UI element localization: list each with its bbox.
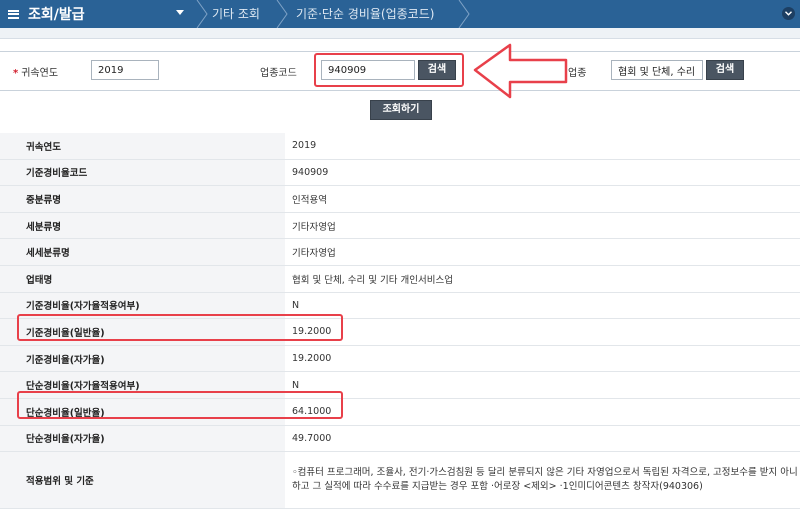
- row-label: 단순경비율(자가율): [0, 425, 285, 453]
- table-row: 세분류명 기타자영업: [0, 212, 800, 240]
- row-value: 64.1000: [285, 398, 800, 426]
- table-row: 업태명 협회 및 단체, 수리 및 기타 개인서비스업: [0, 265, 800, 293]
- row-value: 19.2000: [285, 345, 800, 373]
- row-value: 940909: [285, 159, 800, 187]
- row-value: 2019: [285, 133, 800, 160]
- row-value: 기타자영업: [285, 238, 800, 266]
- row-value: N: [285, 371, 800, 399]
- table-row: 기준경비율코드 940909: [0, 159, 800, 187]
- table-row: 단순경비율(자가율) 49.7000: [0, 425, 800, 453]
- industry-code-label: 업종코드: [260, 68, 297, 79]
- sub-header-strip: [0, 28, 800, 39]
- table-row: 기준경비율(일반율) 19.2000: [0, 318, 800, 346]
- table-row: 단순경비율(자가율적용여부) N: [0, 371, 800, 399]
- menu-toggle[interactable]: 조회/발급: [0, 0, 196, 28]
- row-label: 세세분류명: [0, 238, 285, 266]
- row-label: 중분류명: [0, 185, 285, 213]
- table-row: 세세분류명 기타자영업: [0, 238, 800, 266]
- row-label: 기준경비율(자가율적용여부): [0, 292, 285, 320]
- row-label: 단순경비율(일반율): [0, 398, 285, 426]
- row-label: 기준경비율(일반율): [0, 318, 285, 346]
- row-value: 협회 및 단체, 수리 및 기타 개인서비스업: [285, 265, 800, 293]
- row-label: 적용범위 및 기준: [0, 451, 285, 509]
- row-value: ◦컴퓨터 프로그래머, 조율사, 전기·가스검침원 등 달리 분류되지 않은 기…: [285, 451, 800, 509]
- row-value: 19.2000: [285, 318, 800, 346]
- industry-code-input[interactable]: [321, 60, 415, 80]
- table-row: 중분류명 인적용역: [0, 185, 800, 213]
- row-value: N: [285, 292, 800, 320]
- row-label: 세분류명: [0, 212, 285, 240]
- caret-down-icon: [176, 10, 184, 15]
- industry-label: 업종: [568, 68, 587, 79]
- row-label: 단순경비율(자가율적용여부): [0, 371, 285, 399]
- row-label: 기준경비율코드: [0, 159, 285, 187]
- row-value: 기타자영업: [285, 212, 800, 240]
- search-form: *귀속연도 업종코드 검색 업종 검색: [0, 51, 800, 91]
- table-row: 기준경비율(자가율적용여부) N: [0, 292, 800, 320]
- code-search-button[interactable]: 검색: [418, 60, 456, 80]
- result-table: 귀속연도 2019 기준경비율코드 940909 중분류명 인적용역 세분류명 기타자영…: [0, 133, 800, 509]
- menu-title: 조회/발급: [28, 7, 85, 23]
- breadcrumb-other-lookup[interactable]: 기타 조회: [212, 0, 260, 28]
- breadcrumb-expense-rate[interactable]: 기준·단순 경비율(업종코드): [296, 0, 434, 28]
- row-label: 기준경비율(자가율): [0, 345, 285, 373]
- breadcrumb-separator-icon: [276, 0, 288, 28]
- industry-search-button[interactable]: 검색: [706, 60, 744, 80]
- top-nav-bar: 조회/발급 기타 조회 기준·단순 경비율(업종코드): [0, 0, 800, 28]
- table-row: 단순경비율(일반율) 64.1000: [0, 398, 800, 426]
- required-mark: *: [13, 68, 19, 79]
- table-row: 적용범위 및 기준 ◦컴퓨터 프로그래머, 조율사, 전기·가스검침원 등 달리 …: [0, 451, 800, 509]
- table-row: 기준경비율(자가율) 19.2000: [0, 345, 800, 373]
- table-row: 귀속연도 2019: [0, 133, 800, 160]
- year-input[interactable]: [91, 60, 159, 80]
- row-value: 인적용역: [285, 185, 800, 213]
- industry-input[interactable]: [611, 60, 703, 80]
- collapse-button[interactable]: [782, 7, 795, 20]
- query-button[interactable]: 조회하기: [370, 100, 432, 120]
- year-label: * 귀속연도: [13, 68, 59, 79]
- chevron-down-icon: [785, 11, 792, 16]
- row-value: 49.7000: [285, 425, 800, 453]
- breadcrumb-separator-icon: [458, 0, 470, 28]
- row-label: 귀속연도: [0, 133, 285, 160]
- hamburger-icon: [8, 9, 19, 19]
- breadcrumb-separator-icon: [196, 0, 208, 28]
- row-label: 업태명: [0, 265, 285, 293]
